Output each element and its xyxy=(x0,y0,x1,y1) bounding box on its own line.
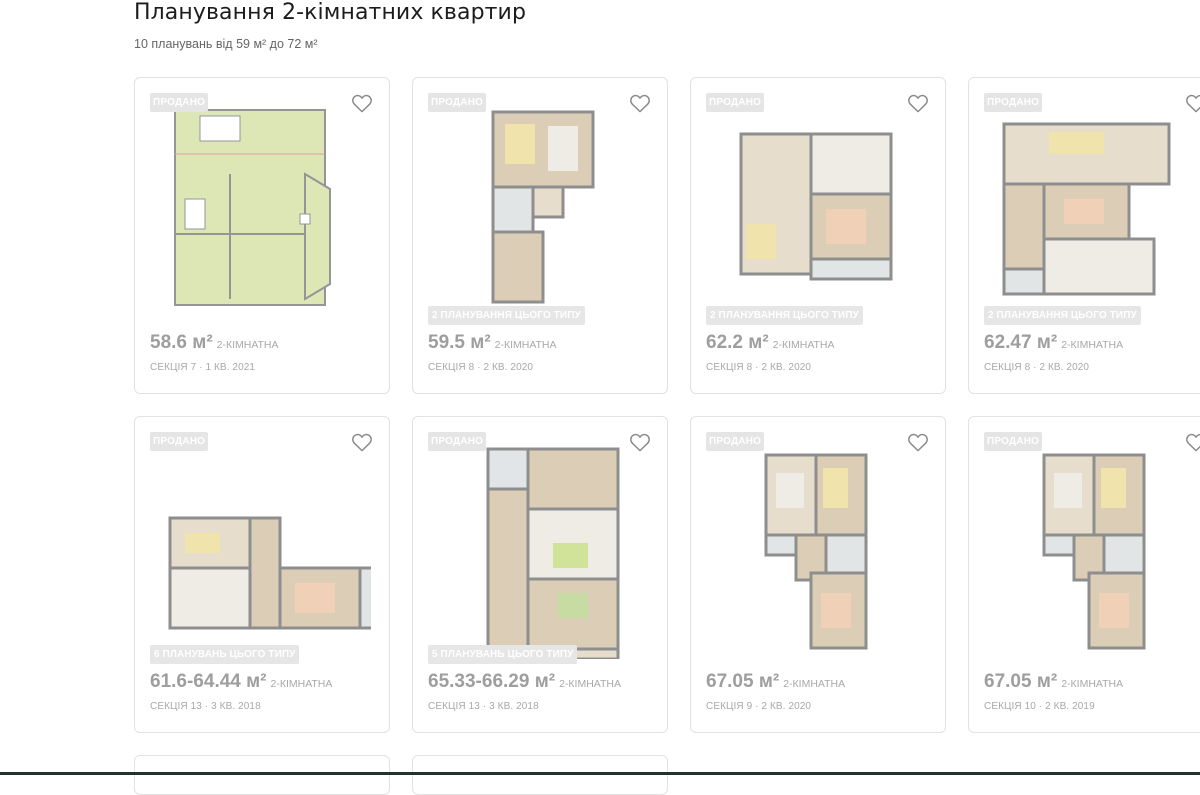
heart-outline-icon[interactable] xyxy=(907,93,929,113)
heart-outline-icon[interactable] xyxy=(351,93,373,113)
area-line: 67.05 м² 2-КІМНАТНА xyxy=(706,671,845,693)
heart-outline-icon[interactable] xyxy=(1185,93,1200,113)
room-type: 2-КІМНАТНА xyxy=(216,339,279,351)
section-quarter: СЕКЦІЯ 9 · 2 КВ. 2020 xyxy=(706,701,812,712)
room-type: 2-КІМНАТНА xyxy=(783,678,846,690)
sold-badge: ПРОДАНО xyxy=(984,93,1043,112)
area-line: 58.6 м² 2-КІМНАТНА xyxy=(150,332,279,354)
section-quarter: СЕКЦІЯ 10 · 2 КВ. 2019 xyxy=(984,701,1095,712)
area-value: 62.2 м² xyxy=(706,332,769,353)
room-type: 2-КІМНАТНА xyxy=(559,678,621,690)
heart-outline-icon[interactable] xyxy=(351,432,373,452)
plans-count-badge: 5 ПЛАНУВАНЬ ЦЬОГО ТИПУ xyxy=(428,645,578,664)
floor-plan-image xyxy=(433,443,649,659)
heart-outline-icon[interactable] xyxy=(1185,432,1200,452)
room-type: 2-КІМНАТНА xyxy=(1061,678,1124,690)
area-value: 67.05 м² xyxy=(706,671,780,692)
apartment-card-4[interactable]: ПРОДАНО 2 ПЛАНУВАННЯ ЦЬОГО ТИПУ 62.47 м²… xyxy=(968,77,1200,394)
room-type: 2-КІМНАТНА xyxy=(494,339,557,351)
floor-plan-image xyxy=(433,104,649,320)
plans-count-badge: 6 ПЛАНУВАНЬ ЦЬОГО ТИПУ xyxy=(150,645,300,664)
area-value: 62.47 м² xyxy=(984,332,1058,353)
sold-badge: ПРОДАНО xyxy=(984,432,1043,451)
plans-count-badge: 2 ПЛАНУВАННЯ ЦЬОГО ТИПУ xyxy=(428,306,585,325)
area-value: 65.33-66.29 м² xyxy=(428,671,556,692)
area-line: 62.47 м² 2-КІМНАТНА xyxy=(984,332,1123,354)
apartment-card-partial[interactable] xyxy=(412,755,668,795)
apartment-card-2[interactable]: ПРОДАНО 2 ПЛАНУВАННЯ ЦЬОГО ТИПУ 59.5 м² 2… xyxy=(412,77,668,394)
section-quarter: СЕКЦІЯ 13 · 3 КВ. 2018 xyxy=(428,701,539,712)
apartment-card-8[interactable]: ПРОДАНО 67.05 м² 2-КІМНАТНА СЕКЦІЯ 10 · 2… xyxy=(968,416,1200,733)
area-line: 62.2 м² 2-КІМНАТНА xyxy=(706,332,835,354)
apartment-grid: ПРОДАНО 58.6 м² 2-КІМНАТНА СЕКЦІЯ 7 · 1 К… xyxy=(134,77,1200,795)
sold-badge: ПРОДАНО xyxy=(428,93,487,112)
page-title: Планування 2-кімнатних квартир xyxy=(134,0,527,25)
section-quarter: СЕКЦІЯ 8 · 2 КВ. 2020 xyxy=(984,362,1090,373)
room-type: 2-КІМНАТНА xyxy=(270,678,333,690)
page-subtitle: 10 планувань від 59 м² до 72 м² xyxy=(134,37,318,51)
sold-badge: ПРОДАНО xyxy=(150,93,209,112)
sold-badge: ПРОДАНО xyxy=(706,93,765,112)
area-line: 59.5 м² 2-КІМНАТНА xyxy=(428,332,557,354)
heart-outline-icon[interactable] xyxy=(629,93,651,113)
room-type: 2-КІМНАТНА xyxy=(1061,339,1124,351)
section-quarter: СЕКЦІЯ 8 · 2 КВ. 2020 xyxy=(706,362,812,373)
floor-plan-image xyxy=(155,104,371,320)
plans-count-badge: 2 ПЛАНУВАННЯ ЦЬОГО ТИПУ xyxy=(706,306,863,325)
apartment-card-partial[interactable] xyxy=(134,755,390,795)
apartment-card-3[interactable]: ПРОДАНО 2 ПЛАНУВАННЯ ЦЬОГО ТИПУ 62.2 м² 2… xyxy=(690,77,946,394)
floor-plan-image xyxy=(711,104,927,320)
floor-plan-image xyxy=(989,104,1200,320)
plans-count-badge: 2 ПЛАНУВАННЯ ЦЬОГО ТИПУ xyxy=(984,306,1141,325)
apartment-card-1[interactable]: ПРОДАНО 58.6 м² 2-КІМНАТНА СЕКЦІЯ 7 · 1 К… xyxy=(134,77,390,394)
heart-outline-icon[interactable] xyxy=(629,432,651,452)
room-type: 2-КІМНАТНА xyxy=(772,339,835,351)
section-quarter: СЕКЦІЯ 7 · 1 КВ. 2021 xyxy=(150,362,256,373)
sold-badge: ПРОДАНО xyxy=(706,432,765,451)
section-quarter: СЕКЦІЯ 13 · 3 КВ. 2018 xyxy=(150,701,261,712)
floor-plan-image xyxy=(155,443,371,659)
area-line: 65.33-66.29 м² 2-КІМНАТНА xyxy=(428,671,621,693)
area-value: 67.05 м² xyxy=(984,671,1058,692)
apartment-card-6[interactable]: ПРОДАНО 5 ПЛАНУВАНЬ ЦЬОГО ТИПУ 65.33-66.… xyxy=(412,416,668,733)
apartment-card-5[interactable]: ПРОДАНО 6 ПЛАНУВАНЬ ЦЬОГО ТИПУ 61.6-64.4… xyxy=(134,416,390,733)
area-value: 58.6 м² xyxy=(150,332,213,353)
apartment-card-7[interactable]: ПРОДАНО 67.05 м² 2-КІМНАТНА СЕКЦІЯ 9 · 2 … xyxy=(690,416,946,733)
area-value: 61.6-64.44 м² xyxy=(150,671,267,692)
area-value: 59.5 м² xyxy=(428,332,491,353)
sold-badge: ПРОДАНО xyxy=(428,432,487,451)
heart-outline-icon[interactable] xyxy=(907,432,929,452)
sold-badge: ПРОДАНО xyxy=(150,432,209,451)
floor-plan-image xyxy=(711,443,927,659)
section-quarter: СЕКЦІЯ 8 · 2 КВ. 2020 xyxy=(428,362,534,373)
area-line: 67.05 м² 2-КІМНАТНА xyxy=(984,671,1123,693)
floor-plan-image xyxy=(989,443,1200,659)
area-line: 61.6-64.44 м² 2-КІМНАТНА xyxy=(150,671,332,693)
